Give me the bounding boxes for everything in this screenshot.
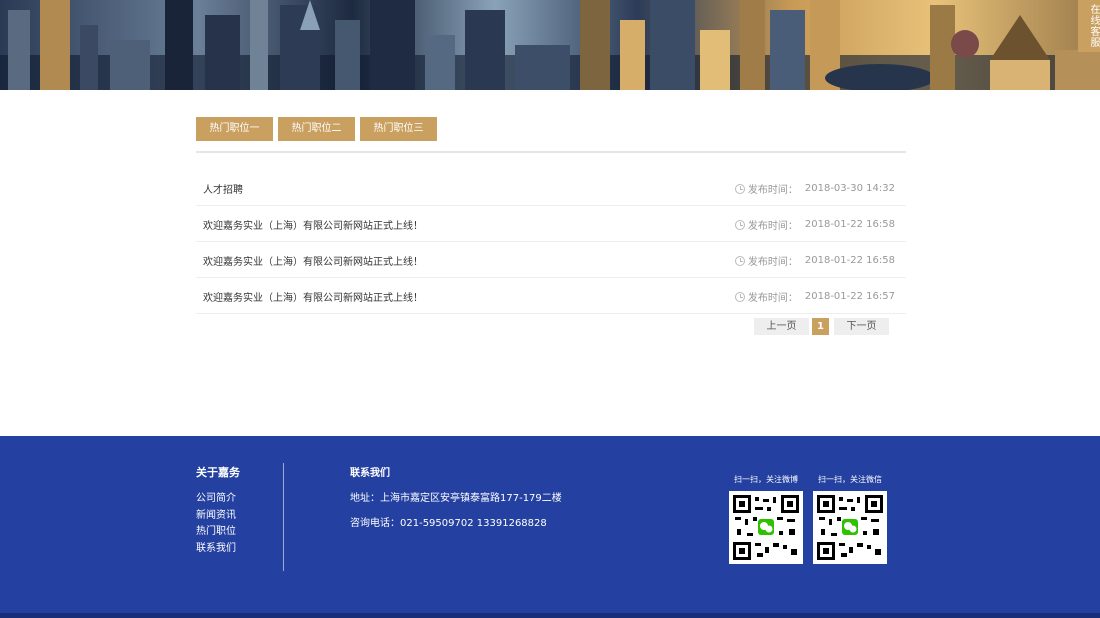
- footer-link-company-intro[interactable]: 公司简介: [196, 491, 236, 508]
- publish-date: 2018-01-22 16:58: [804, 255, 895, 266]
- publish-date: 2018-01-22 16:57: [804, 291, 895, 302]
- publish-date: 2018-01-22 16:58: [804, 219, 895, 230]
- news-title-link[interactable]: 欢迎嘉务实业（上海）有限公司新网站正式上线！: [203, 253, 423, 268]
- publish-time: 发布时间： 2018-01-22 16:58: [734, 217, 895, 232]
- tab-hot-job-2[interactable]: 热门职位二: [278, 117, 355, 141]
- footer-about-links: 公司简介 新闻资讯 热门职位 联系我们: [196, 491, 236, 557]
- qr-weibo: 扫一扫，关注微博: [729, 474, 803, 564]
- footer-link-hot-jobs[interactable]: 热门职位: [196, 524, 236, 541]
- clock-icon: [734, 291, 745, 302]
- tab-hot-job-3[interactable]: 热门职位三: [360, 117, 437, 141]
- footer: 关于嘉务 公司简介 新闻资讯 热门职位 联系我们 联系我们 地址：上海市嘉定区安…: [0, 436, 1100, 618]
- skyline-image: [0, 0, 1100, 90]
- footer-about-title: 关于嘉务: [196, 466, 240, 479]
- footer-address: 地址：上海市嘉定区安亭镇泰富路177-179二楼: [350, 493, 562, 504]
- publish-time: 发布时间： 2018-03-30 14:32: [734, 181, 895, 196]
- list-item: 欢迎嘉务实业（上海）有限公司新网站正式上线！ 发布时间： 2018-01-22 …: [196, 206, 906, 242]
- qr-wechat-caption: 扫一扫，关注微信: [818, 475, 882, 484]
- clock-icon: [734, 255, 745, 266]
- news-title-link[interactable]: 欢迎嘉务实业（上海）有限公司新网站正式上线！: [203, 217, 423, 232]
- publish-time: 发布时间： 2018-01-22 16:57: [734, 289, 895, 304]
- footer-bottom-bar: [0, 613, 1100, 618]
- publish-time: 发布时间： 2018-01-22 16:58: [734, 253, 895, 268]
- footer-link-news[interactable]: 新闻资讯: [196, 508, 236, 525]
- publish-date: 2018-03-30 14:32: [804, 183, 895, 194]
- clock-icon: [734, 219, 745, 230]
- publish-time-label: 发布时间：: [747, 221, 798, 232]
- news-list: 人才招聘 发布时间： 2018-03-30 14:32 欢迎嘉务实业（上海）有限…: [196, 170, 906, 314]
- qr-code-wechat: [813, 491, 887, 564]
- list-item: 人才招聘 发布时间： 2018-03-30 14:32: [196, 170, 906, 206]
- pagination: 上一页 1 下一页: [754, 318, 889, 335]
- qr-code-weibo: [729, 491, 803, 564]
- footer-divider: [283, 463, 284, 571]
- list-item: 欢迎嘉务实业（上海）有限公司新网站正式上线！ 发布时间： 2018-01-22 …: [196, 242, 906, 278]
- online-customer-service-tab[interactable]: 在线客服: [1078, 0, 1100, 52]
- publish-time-label: 发布时间：: [747, 293, 798, 304]
- publish-time-label: 发布时间：: [747, 257, 798, 268]
- tabs-divider: [196, 151, 906, 153]
- news-title-link[interactable]: 欢迎嘉务实业（上海）有限公司新网站正式上线！: [203, 289, 423, 304]
- city-banner: 在线客服: [0, 0, 1100, 90]
- job-tabs: 热门职位一 热门职位二 热门职位三: [196, 117, 437, 141]
- page-number-current[interactable]: 1: [812, 318, 829, 335]
- next-page-button[interactable]: 下一页: [834, 318, 889, 335]
- footer-contact-title: 联系我们: [350, 468, 390, 479]
- prev-page-button[interactable]: 上一页: [754, 318, 809, 335]
- news-title-link[interactable]: 人才招聘: [203, 181, 243, 196]
- footer-phone: 咨询电话：021-59509702 13391268828: [350, 518, 547, 529]
- clock-icon: [734, 183, 745, 194]
- qr-wechat: 扫一扫，关注微信: [813, 474, 887, 564]
- publish-time-label: 发布时间：: [747, 185, 798, 196]
- tab-hot-job-1[interactable]: 热门职位一: [196, 117, 273, 141]
- list-item: 欢迎嘉务实业（上海）有限公司新网站正式上线！ 发布时间： 2018-01-22 …: [196, 278, 906, 314]
- qr-weibo-caption: 扫一扫，关注微博: [734, 475, 798, 484]
- page: 在线客服 热门职位一 热门职位二 热门职位三 人才招聘 发布时间： 2018-0…: [0, 0, 1100, 618]
- footer-link-contact[interactable]: 联系我们: [196, 541, 236, 558]
